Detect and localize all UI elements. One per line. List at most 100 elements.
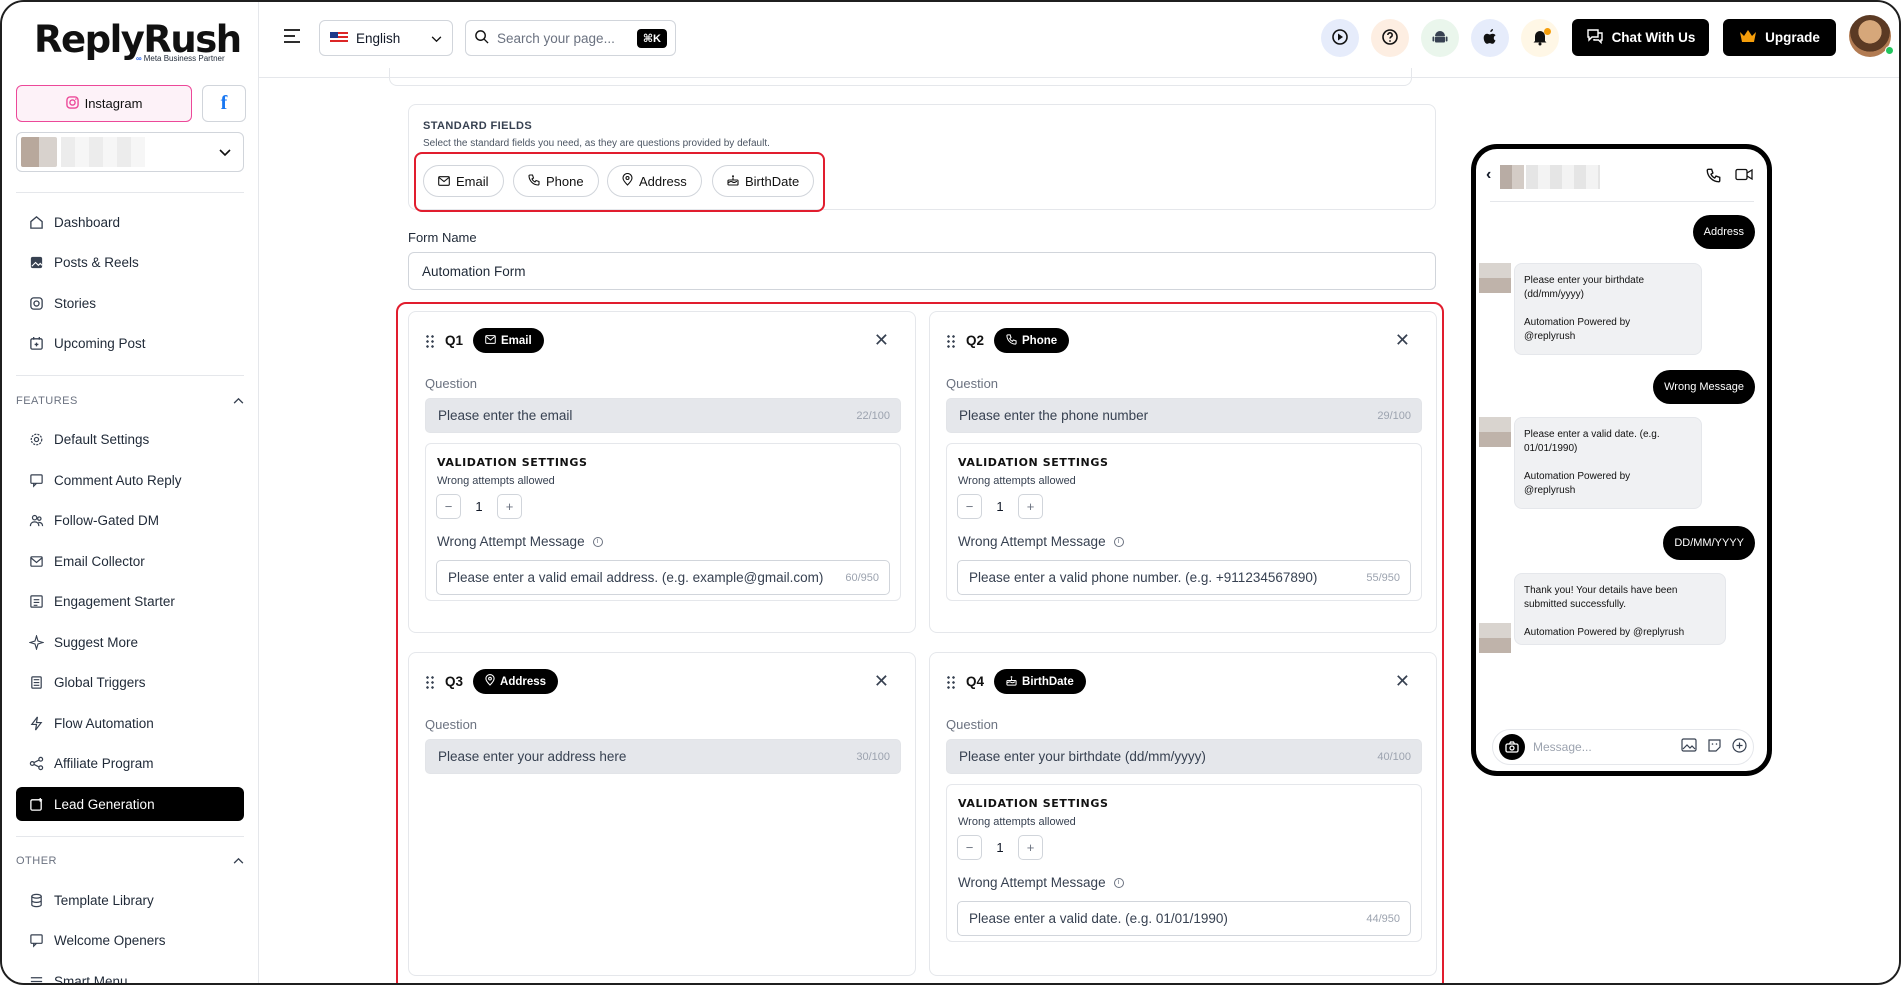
question-label: Question: [425, 717, 478, 732]
chip-phone[interactable]: Phone: [513, 165, 599, 197]
message-text: @replyrush: [1524, 331, 1576, 342]
message-text: Automation Powered by @replyrush: [1524, 627, 1685, 638]
standard-fields-title: STANDARD FIELDS: [423, 120, 533, 132]
sidebar-item-welcome-openers[interactable]: Welcome Openers: [16, 923, 244, 957]
wrong-attempt-message-value: Please enter a valid phone number. (e.g.…: [969, 570, 1318, 585]
info-icon[interactable]: i: [1113, 536, 1124, 547]
question-input[interactable]: Please enter the email 22/100: [425, 398, 901, 433]
sidebar-item-label: Smart Menu: [54, 973, 128, 985]
drag-handle-icon[interactable]: [946, 674, 956, 689]
sidebar-item-engagement-starter[interactable]: Engagement Starter: [16, 584, 244, 618]
sidebar-item-upcoming-post[interactable]: Upcoming Post: [16, 326, 244, 360]
close-icon[interactable]: ✕: [1395, 672, 1410, 690]
gallery-icon[interactable]: [1681, 738, 1697, 756]
message-composer[interactable]: Message...: [1492, 729, 1754, 765]
back-arrow-icon[interactable]: ‹: [1486, 166, 1491, 184]
question-input[interactable]: Please enter your birthdate (dd/mm/yyyy)…: [946, 739, 1422, 774]
wrong-attempt-message-input[interactable]: Please enter a valid date. (e.g. 01/01/1…: [957, 901, 1411, 936]
sidebar-item-flow-automation[interactable]: Flow Automation: [16, 706, 244, 740]
sidebar-item-default-settings[interactable]: Default Settings: [16, 422, 244, 456]
sidebar-item-stories[interactable]: Stories: [16, 286, 244, 320]
chip-address[interactable]: Address: [607, 165, 702, 197]
account-select[interactable]: [16, 132, 244, 172]
sidebar-item-comment-auto-reply[interactable]: Comment Auto Reply: [16, 463, 244, 497]
sidebar-item-label: Email Collector: [54, 553, 145, 569]
question-type-badge: Phone: [994, 328, 1070, 353]
chevron-up-icon: [233, 855, 244, 867]
question-number: Q3: [445, 674, 464, 689]
info-icon[interactable]: i: [1113, 877, 1124, 888]
sidebar-item-suggest-more[interactable]: Suggest More: [16, 625, 244, 659]
close-icon[interactable]: ✕: [874, 672, 889, 690]
ios-app-button[interactable]: [1471, 19, 1509, 57]
wrong-attempt-message-label: Wrong Attempt Message i: [958, 534, 1124, 549]
close-icon[interactable]: ✕: [1395, 331, 1410, 349]
wrong-attempt-message-input[interactable]: Please enter a valid phone number. (e.g.…: [957, 560, 1411, 595]
sidebar-item-dashboard[interactable]: Dashboard: [16, 205, 244, 239]
message-text: Thank you! Your details have been: [1524, 585, 1678, 596]
question-label: Question: [946, 717, 999, 732]
android-app-button[interactable]: [1421, 19, 1459, 57]
decrement-button[interactable]: −: [436, 494, 461, 519]
sidebar-item-affiliate-program[interactable]: Affiliate Program: [16, 746, 244, 780]
search-placeholder: Search your page...: [497, 30, 615, 46]
sender-avatar: [1479, 263, 1511, 293]
sidebar-item-lead-generation[interactable]: Lead Generation: [16, 787, 244, 821]
question-type-label: Phone: [1022, 334, 1058, 347]
upgrade-button[interactable]: Upgrade: [1723, 19, 1836, 56]
upgrade-label: Upgrade: [1765, 30, 1820, 45]
search-icon: [474, 29, 489, 47]
language-select[interactable]: English: [319, 20, 453, 56]
increment-button[interactable]: +: [1018, 494, 1043, 519]
facebook-button[interactable]: f: [202, 85, 246, 122]
question-value: Please enter your address here: [438, 749, 627, 764]
wrong-attempt-message-input[interactable]: Please enter a valid email address. (e.g…: [436, 560, 890, 595]
chip-email[interactable]: Email: [423, 165, 504, 197]
sidebar-item-follow-gated-dm[interactable]: Follow-Gated DM: [16, 503, 244, 537]
hamburger-icon[interactable]: [283, 29, 301, 46]
sidebar-item-email-collector[interactable]: Email Collector: [16, 544, 244, 578]
sidebar-item-template-library[interactable]: Template Library: [16, 883, 244, 917]
message-outgoing: DD/MM/YYYY: [1663, 526, 1755, 560]
drag-handle-icon[interactable]: [946, 333, 956, 348]
decrement-button[interactable]: −: [957, 494, 982, 519]
close-icon[interactable]: ✕: [874, 331, 889, 349]
list-icon: [28, 593, 44, 609]
other-section-header[interactable]: OTHER: [16, 855, 244, 867]
sticker-icon[interactable]: [1707, 738, 1722, 756]
sidebar-item-global-triggers[interactable]: Global Triggers: [16, 665, 244, 699]
sidebar-item-smart-menu[interactable]: Smart Menu: [16, 964, 244, 985]
phone-call-icon[interactable]: [1706, 168, 1721, 186]
info-icon[interactable]: i: [592, 536, 603, 547]
sidebar-item-label: Welcome Openers: [54, 932, 166, 948]
message-text: Please enter your birthdate: [1524, 275, 1645, 286]
decrement-button[interactable]: −: [957, 835, 982, 860]
us-flag-icon: [330, 32, 348, 44]
sidebar-item-label: Suggest More: [54, 634, 139, 650]
attempts-label: Wrong attempts allowed: [958, 816, 1076, 828]
sidebar-item-posts-reels[interactable]: Posts & Reels: [16, 245, 244, 279]
cake-icon: [727, 174, 739, 189]
instagram-button[interactable]: Instagram: [16, 85, 192, 122]
video-tutorial-button[interactable]: [1321, 19, 1359, 57]
camera-icon[interactable]: [1499, 734, 1525, 760]
notifications-button[interactable]: [1521, 19, 1559, 57]
help-button[interactable]: [1371, 19, 1409, 57]
features-section-header[interactable]: FEATURES: [16, 395, 244, 407]
increment-button[interactable]: +: [1018, 835, 1043, 860]
search-input[interactable]: Search your page... ⌘K: [465, 20, 676, 56]
chip-birthdate[interactable]: BirthDate: [712, 165, 815, 197]
char-counter: 30/100: [856, 750, 890, 763]
increment-button[interactable]: +: [497, 494, 522, 519]
add-circle-icon[interactable]: [1732, 738, 1747, 756]
video-call-icon[interactable]: [1735, 168, 1753, 186]
sidebar-item-label: Stories: [54, 295, 97, 311]
question-input[interactable]: Please enter the phone number 29/100: [946, 398, 1422, 433]
message-text: @replyrush: [1524, 485, 1576, 496]
drag-handle-icon[interactable]: [425, 333, 435, 348]
phone-preview: ‹ Address Please enter your birthdate (d…: [1471, 144, 1772, 776]
form-name-input[interactable]: Automation Form: [408, 252, 1436, 290]
question-input[interactable]: Please enter your address here 30/100: [425, 739, 901, 774]
chat-with-us-button[interactable]: Chat With Us: [1572, 19, 1709, 56]
drag-handle-icon[interactable]: [425, 674, 435, 689]
